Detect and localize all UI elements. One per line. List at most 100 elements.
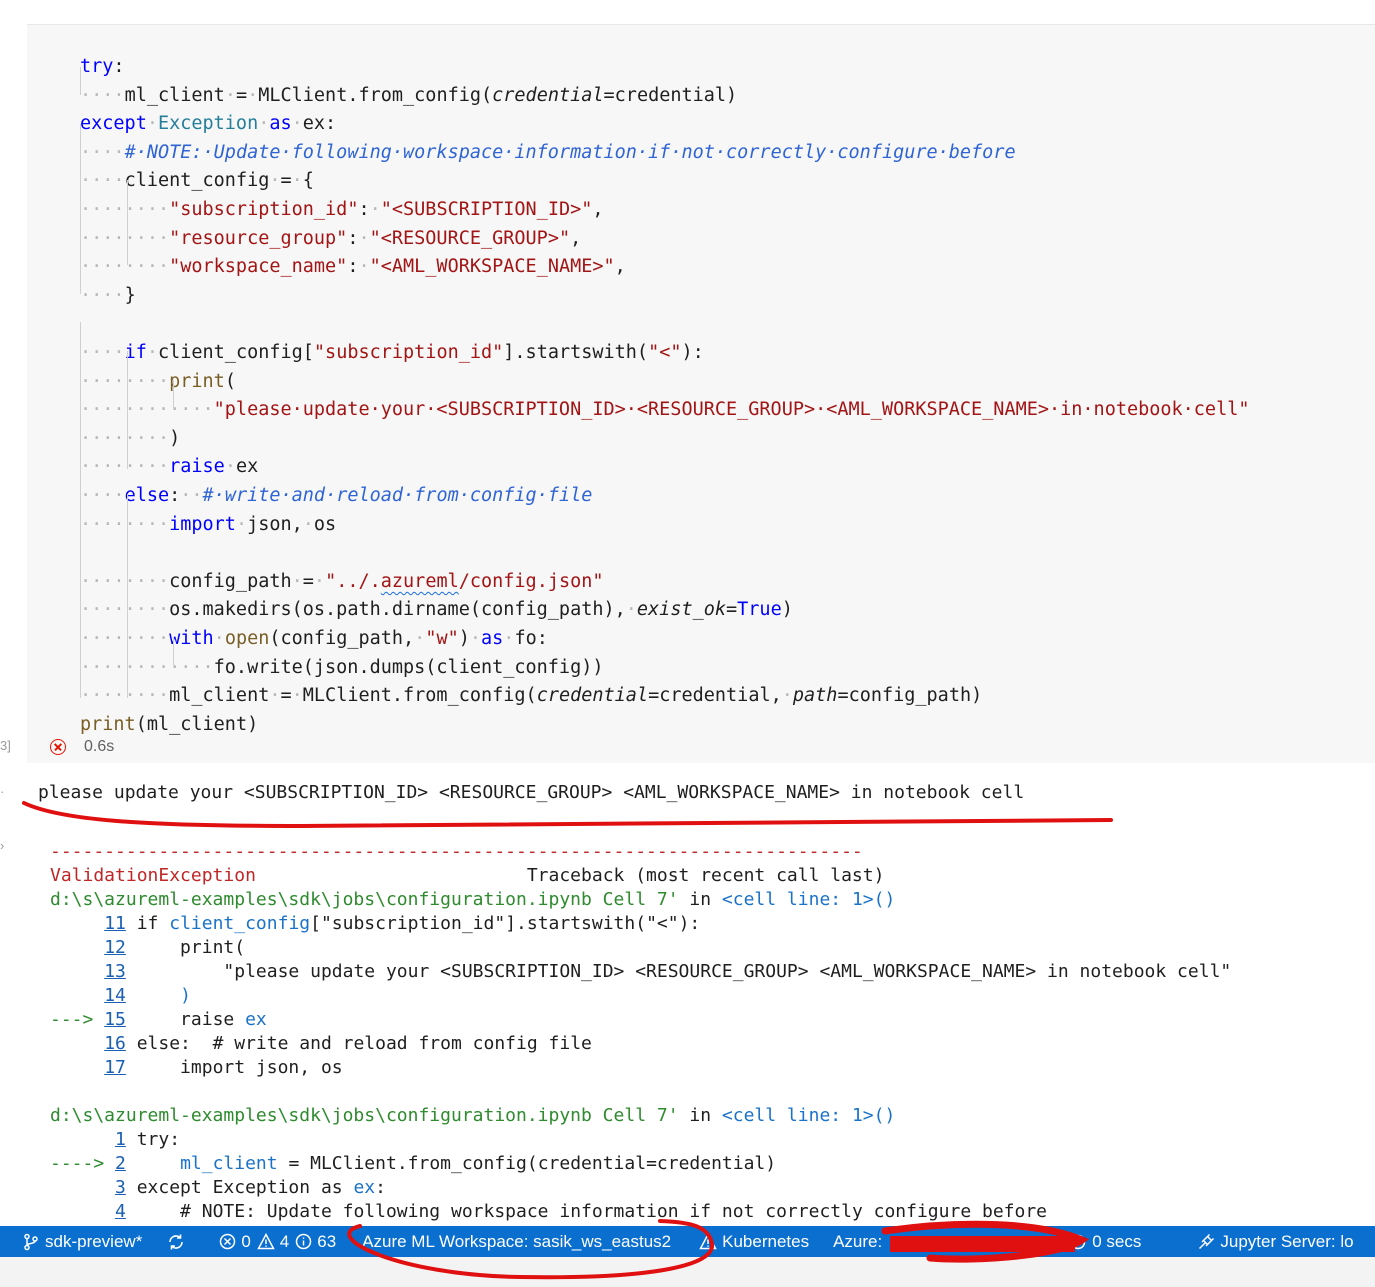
code-token: os	[313, 513, 337, 535]
line-number-link[interactable]: 11	[104, 913, 126, 934]
code-token: exist_ok	[636, 599, 727, 621]
code-token: ·	[313, 570, 326, 592]
code-token: open	[224, 628, 270, 649]
traceback-token: ex	[245, 1009, 267, 1030]
line-number-link[interactable]: 1	[115, 1129, 126, 1150]
code-line: ········"resource_group":·"<RESOURCE_GRO…	[80, 225, 581, 253]
code-token: config_path	[169, 570, 292, 592]
error-circle-icon	[50, 739, 66, 755]
line-number-link[interactable]: 3	[115, 1177, 126, 1198]
traceback-line: 16 else: # write and reload from config …	[50, 1032, 592, 1056]
code-token: /config.json"	[458, 570, 604, 592]
kubernetes-label: Kubernetes	[722, 1231, 810, 1251]
traceback-line: 3 except Exception as ex:	[50, 1176, 386, 1200]
traceback-token: d:\s\azureml-examples\sdk\jobs\configura…	[50, 889, 679, 910]
traceback-line: ---> 15 raise ex	[50, 1008, 267, 1032]
line-number-link[interactable]: 14	[104, 985, 126, 1006]
code-token: credential	[492, 84, 604, 106]
problems-status[interactable]: 0 4 63	[213, 1226, 342, 1257]
code-token: )	[169, 427, 181, 449]
code-token: Exception	[157, 113, 259, 135]
code-token: ):	[681, 342, 704, 363]
output-dot: ·	[0, 784, 5, 799]
code-token: =	[726, 599, 738, 621]
traceback-token: ml_client	[180, 1153, 278, 1174]
traceback-token: <cell line: 1>()	[721, 889, 896, 910]
traceback-token: "please update your <SUBSCRIPTION_ID> <R…	[125, 961, 1232, 982]
line-number-link[interactable]: 12	[104, 937, 126, 958]
traceback-token: )	[180, 985, 191, 1006]
code-token: ·	[781, 685, 793, 707]
code-token: ·	[224, 456, 236, 478]
traceback-token: if	[125, 913, 170, 934]
code-token: ········	[80, 570, 170, 592]
azure-account-status[interactable]: Azure:	[827, 1226, 888, 1257]
indent-guide	[80, 67, 81, 95]
code-token: ·	[291, 113, 303, 135]
code-token: =	[280, 170, 292, 192]
timer-status[interactable]: 0 secs	[1062, 1226, 1147, 1257]
traceback-token: # NOTE: Update following workspace infor…	[125, 1201, 1048, 1222]
traceback-token	[50, 1177, 115, 1198]
code-line: ········"subscription_id":·"<SUBSCRIPTIO…	[80, 196, 604, 224]
kubernetes-status[interactable]: Kubernetes	[693, 1226, 815, 1257]
line-number-link[interactable]: 16	[104, 1033, 126, 1054]
azure-ml-workspace-status[interactable]: Azure ML Workspace: sasik_ws_eastus2	[356, 1226, 677, 1257]
code-token: :	[347, 256, 359, 278]
code-token: MLClient.from_config(	[302, 685, 537, 707]
traceback-token	[50, 937, 104, 958]
traceback-line: 12 print(	[50, 936, 245, 960]
code-token: #·NOTE:·Update·following·workspace·infor…	[124, 141, 1016, 163]
indent-guide	[80, 322, 81, 698]
code-token: ····	[80, 84, 125, 106]
code-token: =config_path)	[837, 685, 983, 707]
code-token: (ml_client)	[135, 713, 259, 735]
traceback-token: raise	[125, 1009, 246, 1030]
traceback-line: ValidationException Traceback (most rece…	[50, 864, 884, 888]
traceback-token: :	[375, 1177, 386, 1198]
indent-guide	[173, 380, 174, 408]
jupyter-server-status[interactable]: Jupyter Server: lo	[1191, 1226, 1359, 1257]
code-token: =	[280, 685, 292, 707]
traceback-token	[50, 1201, 115, 1222]
code-token: ·	[213, 628, 225, 649]
code-token: path	[792, 685, 838, 707]
warning-icon	[257, 1233, 275, 1250]
code-token: ········	[80, 456, 170, 478]
output-chevron-icon[interactable]: ›	[0, 838, 4, 853]
workspace-label: Azure ML Workspace: sasik_ws_eastus2	[362, 1231, 672, 1251]
traceback-token: ---->	[50, 1153, 116, 1174]
traceback-line: 14 )	[50, 984, 191, 1008]
traceback-token: ValidationException	[50, 865, 256, 886]
line-number-link[interactable]: 4	[115, 1201, 126, 1222]
info-icon	[296, 1233, 312, 1250]
line-number-link[interactable]: 2	[115, 1153, 126, 1174]
code-token: "w"	[425, 628, 459, 649]
line-number-link[interactable]: 13	[104, 961, 126, 982]
traceback-token: Traceback (most recent call last)	[255, 865, 885, 886]
jupyter-label: Jupyter Server: lo	[1220, 1231, 1354, 1251]
line-number-link[interactable]: 15	[104, 1009, 126, 1030]
indent-guide	[127, 494, 128, 698]
code-token: }	[124, 284, 136, 306]
code-cell[interactable]: try: ····ml_client·=·MLClient.from_config…	[27, 24, 1375, 763]
traceback-token	[126, 985, 180, 1006]
code-token: ·	[625, 599, 637, 621]
code-line: ········raise·ex	[80, 453, 258, 481]
indent-guide	[127, 180, 128, 265]
code-token: raise	[169, 456, 225, 478]
code-token: (config_path,	[269, 628, 415, 649]
code-token: ·	[247, 84, 259, 106]
code-token: ········	[80, 227, 170, 249]
error-icon	[220, 1233, 236, 1250]
branch-status[interactable]: sdk-preview*	[16, 1226, 148, 1257]
code-token: True	[737, 599, 782, 621]
code-token: as	[269, 113, 292, 135]
line-number-link[interactable]: 17	[104, 1057, 126, 1078]
code-token: fo:	[514, 628, 548, 649]
code-token: "subscription_id"	[169, 199, 359, 220]
code-line: ········os.makedirs(os.path.dirname(conf…	[80, 596, 793, 624]
sync-button[interactable]	[160, 1226, 197, 1257]
code-token: ·	[269, 170, 281, 192]
code-token: ·	[291, 170, 303, 192]
